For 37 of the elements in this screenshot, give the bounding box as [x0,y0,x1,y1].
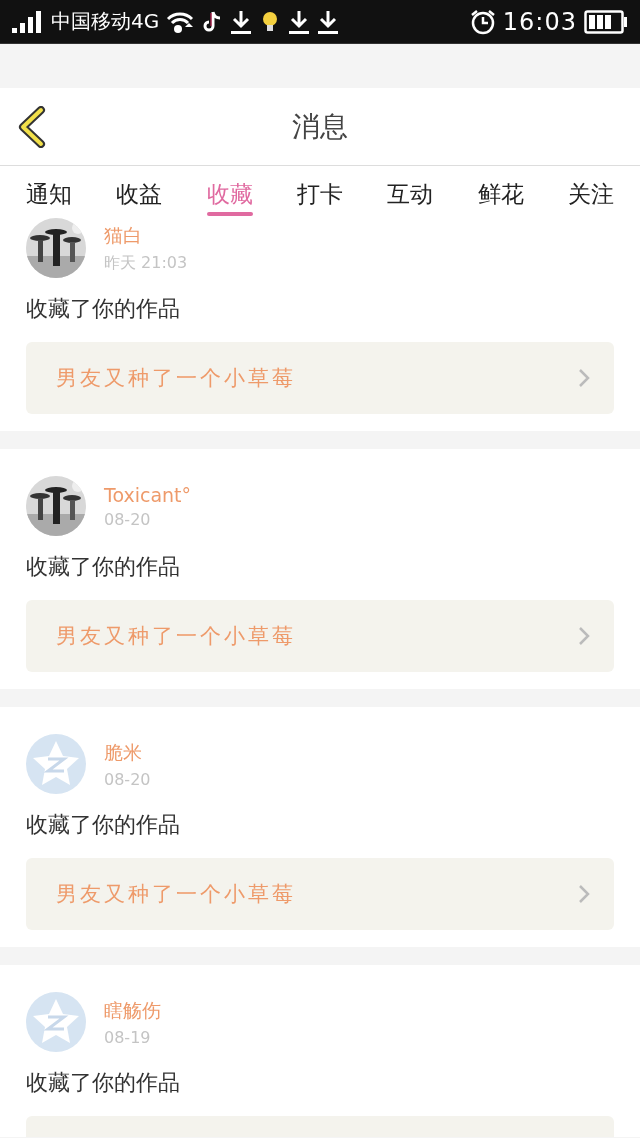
message-time: 08-20 [104,769,151,789]
battery-icon [584,9,628,34]
download-icon [317,8,340,35]
carrier-text: 中国移动4G [51,8,160,35]
work-link[interactable]: 男友又种了一个小草莓 [26,600,614,672]
message-text: 收藏了你的作品 [26,295,180,323]
tab[interactable]: 互动 [387,166,434,216]
message-text: 收藏了你的作品 [26,553,180,581]
tab[interactable]: 收益 [116,166,163,216]
tab[interactable]: 通知 [26,166,72,216]
chevron-right-icon [578,626,590,646]
tab[interactable]: 打卡 [297,166,343,216]
user-name[interactable]: 猫白 [104,222,188,249]
page-title: 消息 [292,108,348,145]
default-avatar-icon [26,992,86,1052]
tab[interactable]: 收藏 [206,166,253,216]
download-icon [288,8,311,35]
download-icon [230,8,253,35]
user-name[interactable]: 瞎觞伤 [104,997,161,1024]
work-link[interactable]: 男友又种了一个小草莓 [26,858,614,930]
tab[interactable]: 鲜花 [477,166,524,216]
back-button[interactable] [16,106,48,148]
message-time: 08-19 [104,1027,152,1047]
user-name[interactable]: Toxicant° [104,483,192,506]
tab[interactable]: 关注 [567,166,614,216]
chevron-right-icon [578,884,590,904]
work-link[interactable]: 男友又种了一个小草莓 [26,342,614,414]
alarm-clock-icon [469,8,496,35]
message-time: 08-20 [104,509,152,529]
chevron-right-icon [578,368,590,388]
message-text: 收藏了你的作品 [26,811,180,839]
message-time: 昨天 21:03 [104,252,188,274]
user-name[interactable]: 脆米 [104,739,151,766]
signal-icon [12,10,44,33]
message-text: 收藏了你的作品 [26,1069,180,1097]
clock-time: 16:03 [502,7,577,36]
default-avatar-icon [26,734,86,794]
